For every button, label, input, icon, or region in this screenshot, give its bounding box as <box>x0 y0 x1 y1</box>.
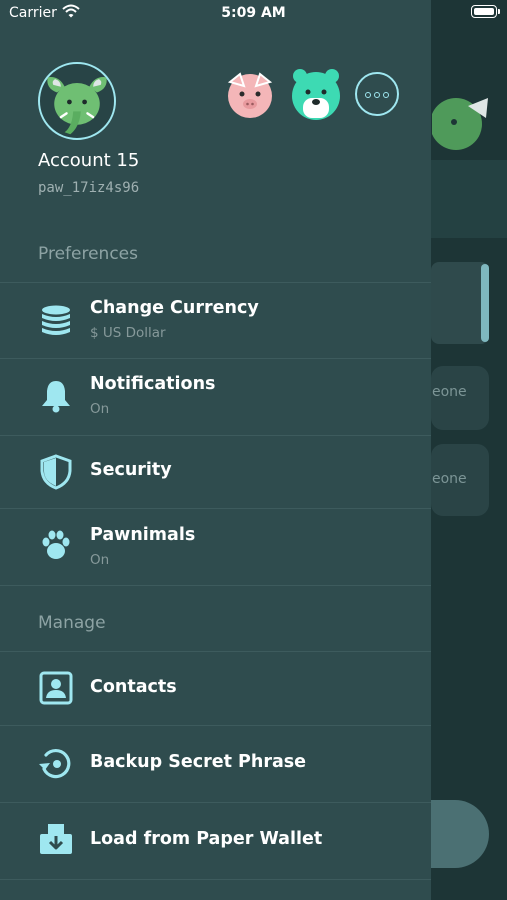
menu-item-title: Contacts <box>90 677 177 697</box>
paw-icon <box>42 530 70 559</box>
menu-item-title: Change Currency <box>90 298 259 318</box>
background-peek-text: eone <box>432 384 467 400</box>
menu-item-notifications[interactable]: Notifications On <box>0 359 431 435</box>
background-scroll-indicator <box>481 264 489 342</box>
account-avatar[interactable] <box>38 62 116 140</box>
menu-item-contacts[interactable]: Contacts <box>0 652 431 725</box>
paper-wallet-icon <box>40 824 72 854</box>
menu-item-pawnimals[interactable]: Pawnimals On <box>0 509 431 585</box>
manage-section-title: Manage <box>38 613 106 633</box>
more-accounts-button[interactable] <box>355 72 399 116</box>
account-address[interactable]: paw_17iz4s96 <box>38 180 139 196</box>
dot-icon <box>383 92 389 98</box>
bear-avatar-icon[interactable] <box>288 66 344 122</box>
battery-icon <box>471 5 500 18</box>
settings-drawer: Account 15 paw_17iz4s96 Preferences Chan… <box>0 0 431 900</box>
contacts-icon <box>39 671 73 705</box>
menu-item-title: Load from Paper Wallet <box>90 829 323 849</box>
menu-item-title: Backup Secret Phrase <box>90 752 307 772</box>
background-peek-text: eone <box>432 471 467 487</box>
elephant-avatar-icon <box>47 77 107 135</box>
shield-icon <box>40 454 72 490</box>
menu-item-title: Notifications <box>90 374 216 394</box>
menu-item-title: Security <box>90 460 172 480</box>
menu-item-subtitle: $ US Dollar <box>90 325 166 341</box>
background-header-band <box>431 160 507 238</box>
menu-item-subtitle: On <box>90 552 110 568</box>
pig-avatar-icon[interactable] <box>222 66 278 122</box>
preferences-section-title: Preferences <box>38 244 138 264</box>
bell-icon <box>42 381 70 413</box>
menu-item-security[interactable]: Security <box>0 436 431 508</box>
currency-coins-icon <box>42 305 70 335</box>
dot-icon <box>365 92 371 98</box>
divider <box>0 585 431 586</box>
account-name: Account 15 <box>38 150 140 171</box>
dot-icon <box>374 92 380 98</box>
menu-item-load-from-paper-wallet[interactable]: Load from Paper Wallet <box>0 803 431 879</box>
menu-item-change-currency[interactable]: Change Currency $ US Dollar <box>0 283 431 358</box>
status-bar: Carrier 5:09 AM <box>0 0 507 28</box>
status-time: 5:09 AM <box>221 5 286 21</box>
menu-item-backup-secret-phrase[interactable]: Backup Secret Phrase <box>0 726 431 802</box>
backup-icon <box>39 748 71 779</box>
divider <box>0 879 431 880</box>
menu-item-title: Pawnimals <box>90 525 196 545</box>
menu-item-subtitle: On <box>90 401 110 417</box>
background-avatar-elephant-icon <box>432 98 488 150</box>
